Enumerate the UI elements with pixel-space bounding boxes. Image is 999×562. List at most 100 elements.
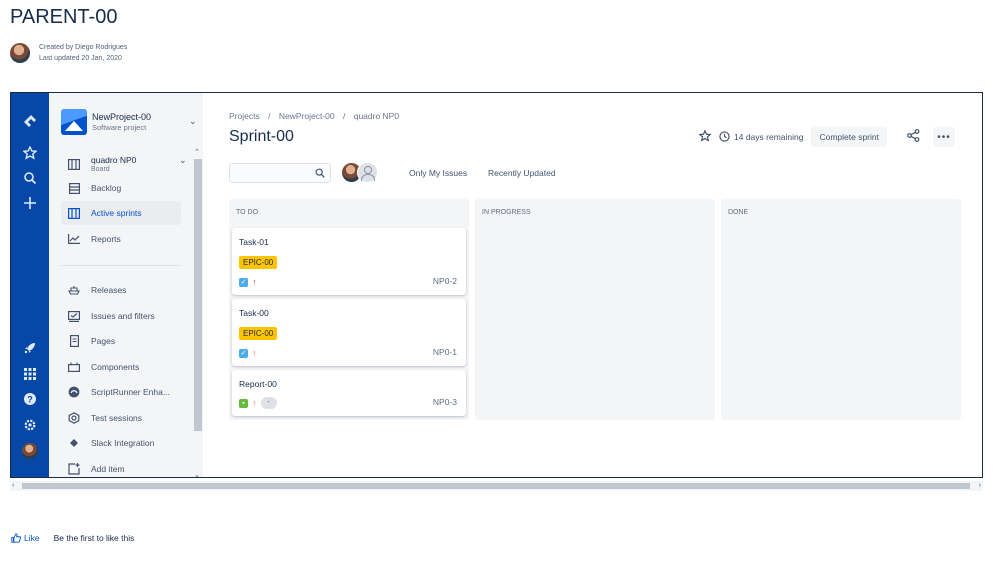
epic-badge: EPIC-00 [239,327,278,340]
clock-icon [719,130,730,144]
column-in-progress: IN PROGRESS [475,199,715,420]
horizontal-scrollbar[interactable]: ‹ › [10,481,983,491]
sidebar-item-label: Issues and filters [91,311,155,321]
sidebar-item-label: Add item [91,464,125,474]
card-title: Report-00 [239,379,277,389]
svg-text:?: ? [27,395,33,405]
help-icon[interactable]: ? [20,389,40,409]
last-updated: Last updated 20 Jan, 2020 [39,55,122,62]
global-nav: ? [11,93,49,477]
assignee-filter [341,162,378,183]
complete-sprint-button[interactable]: Complete sprint [811,127,887,147]
breadcrumb: Projects / NewProject-00 / quadro NP0 [229,111,405,121]
apps-grid-icon[interactable] [20,364,40,384]
sidebar-item-scriptrunner[interactable]: ScriptRunner Enha... [61,380,181,404]
sidebar-item-slack-integration[interactable]: Slack Integration [61,431,181,455]
sidebar-item-releases[interactable]: Releases [61,278,181,302]
ship-icon [67,283,81,297]
sidebar-item-reports[interactable]: Reports [61,227,181,251]
horizontal-scrollbar-thumb[interactable] [22,483,970,489]
issue-card[interactable]: Task-00 EPIC-00 ✓ ↑ NP0-1 [232,299,466,366]
sidebar-item-label: Test sessions [91,413,143,423]
breadcrumb-board[interactable]: quadro NP0 [354,111,399,121]
issue-key: NP0-2 [432,276,457,286]
like-status: Be the first to like this [53,533,135,543]
task-type-icon: ✓ [239,277,248,287]
sidebar-item-label: Components [91,362,140,372]
reports-icon [67,232,81,246]
board-type: Board [91,165,110,173]
scriptrunner-icon [67,385,81,399]
card-title: Task-01 [239,237,269,247]
sidebar-item-active-sprints[interactable]: Active sprints [61,201,181,225]
chevron-down-icon[interactable]: ⌄ [179,155,187,166]
user-avatar[interactable] [20,441,40,461]
author-avatar[interactable] [10,43,30,63]
like-bar: Like Be the first to like this [11,532,134,544]
breadcrumb-project[interactable]: NewProject-00 [279,111,335,121]
backlog-icon [67,181,81,195]
plus-icon[interactable] [20,193,40,213]
unassigned-avatar[interactable] [357,162,378,183]
sidebar-item-test-sessions[interactable]: Test sessions [61,406,181,430]
more-actions-button[interactable]: ••• [933,127,955,147]
issue-card[interactable]: Task-01 EPIC-00 ✓ ↑ NP0-2 [232,228,466,295]
board-main: Projects / NewProject-00 / quadro NP0 Sp… [203,93,982,477]
sidebar-scrollbar[interactable]: ⌃ ⌄ [193,148,203,477]
issues-icon [67,309,81,323]
epic-badge: EPIC-00 [239,256,278,269]
test-sessions-icon [67,411,81,425]
sidebar-item-components[interactable]: Components [61,355,181,379]
scroll-left-icon[interactable]: ‹ [12,481,14,491]
project-switcher[interactable]: NewProject-00 Software project [61,107,191,137]
project-type: Software project [92,122,147,132]
task-type-icon: ✓ [239,348,248,358]
scroll-right-icon[interactable]: › [979,481,981,491]
story-type-icon: ▪ [239,398,248,408]
share-icon[interactable] [907,129,920,147]
sidebar-item-label: Pages [91,336,116,346]
like-button[interactable]: Like [11,533,40,543]
sidebar-divider [61,265,181,266]
jira-logo-icon[interactable] [20,111,40,131]
column-title: IN PROGRESS [482,209,531,216]
breadcrumb-projects[interactable]: Projects [229,111,260,121]
issue-key: NP0-1 [432,347,457,357]
sidebar-item-label: Releases [91,285,127,295]
star-icon[interactable] [698,129,712,144]
column-title: DONE [728,209,749,216]
column-title: TO DO [236,209,259,216]
sidebar-item-label: Active sprints [91,208,142,218]
board-icon [67,206,81,220]
issue-card[interactable]: Report-00 ▪ ↑ - NP0-3 [232,370,466,416]
rocket-icon[interactable] [20,338,40,358]
project-avatar [61,109,87,135]
more-icon: ••• [937,131,951,143]
scroll-down-icon[interactable]: ⌄ [194,471,200,477]
board-switcher[interactable]: quadro NP0 Board [61,151,181,177]
project-sidebar: NewProject-00 Software project ⌄ quadro … [49,93,203,477]
only-my-issues-filter[interactable]: Only My Issues [409,168,467,178]
card-footer: ▪ ↑ - [239,397,277,409]
column-done: DONE [721,199,961,420]
chevron-down-icon[interactable]: ⌄ [189,116,197,127]
sidebar-item-issues-and-filters[interactable]: Issues and filters [61,304,181,328]
sidebar-scrollbar-thumb[interactable] [194,159,202,431]
sidebar-item-backlog[interactable]: Backlog [61,176,181,200]
estimate-badge: - [260,397,277,409]
sidebar-item-label: Reports [91,234,121,244]
scroll-up-icon[interactable]: ⌃ [194,148,200,156]
card-footer: ✓ ↑ [239,276,261,288]
board-search-input[interactable] [229,163,331,183]
like-label: Like [24,533,40,543]
sidebar-item-pages[interactable]: Pages [61,329,181,353]
search-icon [315,168,325,178]
star-icon[interactable] [20,143,40,163]
sidebar-item-label: Slack Integration [91,438,155,448]
sidebar-item-add-item[interactable]: Add item [61,457,181,477]
settings-icon[interactable] [20,415,40,435]
created-by: Created by Diego Rodrigues [39,44,128,51]
recently-updated-filter[interactable]: Recently Updated [488,168,556,178]
priority-medium-icon: ↑ [252,397,257,408]
search-icon[interactable] [20,168,40,188]
